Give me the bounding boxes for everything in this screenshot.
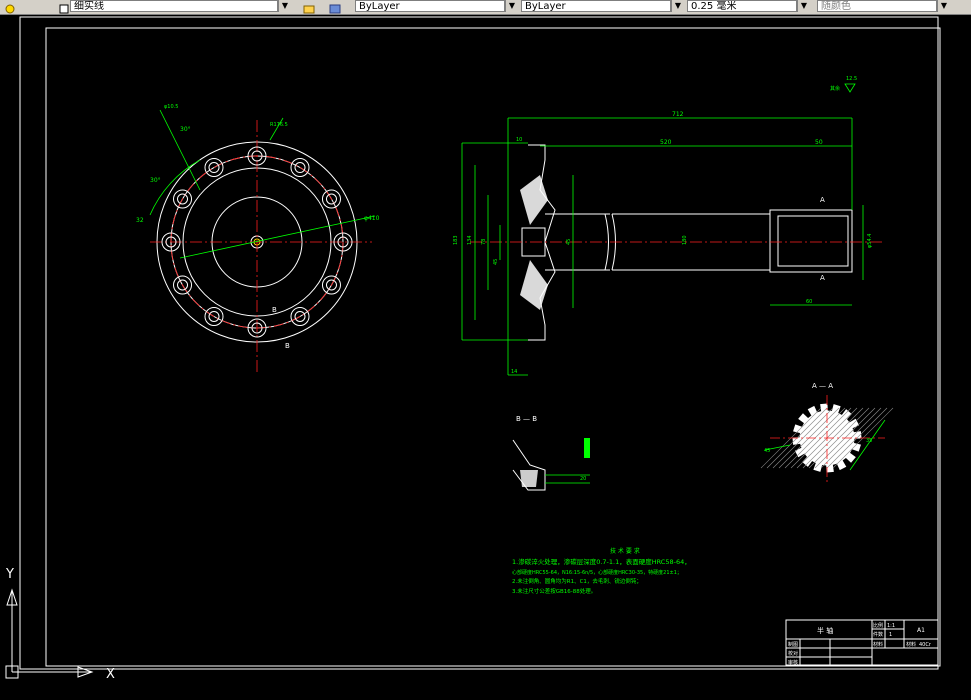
roughness-symbol-icon — [844, 83, 856, 93]
color-value: ByLayer — [359, 1, 400, 12]
notes-line-2: 心部硬度HRC55-64，N16:15-6n/5，心部硬度HRC30-35，特硬… — [512, 569, 682, 576]
drawing-canvas[interactable]: φ10.5 30° 30° 32 φ410 R176.5 B B 712 520… — [0, 15, 971, 696]
linetype-value: ByLayer — [525, 1, 566, 12]
notes-line-4: 3.未注尺寸公差按GB16-88处理。 — [512, 587, 596, 595]
section-bb-title: B — B — [516, 415, 537, 423]
flange-view: φ10.5 30° 30° 32 φ410 R176.5 B B — [136, 104, 380, 375]
quantity-value: 1 — [889, 632, 892, 638]
lineweight-value: 0.25 毫米 — [691, 1, 737, 12]
section-mark-b: B — [272, 306, 277, 314]
sheet-size: A1 — [917, 627, 925, 634]
layer-previous-icon[interactable] — [329, 0, 341, 14]
material-label: 材料 — [906, 641, 916, 648]
end-length-label: 50 — [815, 139, 823, 146]
technical-notes: 技 术 要 求 1.渗碳淬火处理，渗碳层深度0.7-1.1，表面硬度HRC58-… — [512, 547, 691, 595]
radius-label: R176.5 — [270, 122, 288, 128]
height-dim-3: 78 — [481, 239, 487, 245]
properties-toolbar: 细实线 ▼ ByLayer ▼ ByLayer ▼ 0.25 毫米 ▼ 随颜色 … — [0, 0, 971, 15]
ucs-icon: Y X — [5, 567, 115, 682]
part-name: 半 轴 — [817, 626, 833, 635]
chevron-down-icon[interactable]: ▼ — [671, 0, 684, 12]
right-dim-label: 60 — [806, 299, 812, 305]
section-aa-title: A — A — [812, 382, 833, 390]
section-aa-view: A — A 35 45 — [760, 382, 894, 482]
checked-by-label: 校对 — [788, 650, 798, 657]
hole-dim-label: φ10.5 — [164, 104, 178, 110]
color-dropdown[interactable]: ByLayer — [355, 0, 505, 12]
section-mark-a: A — [820, 196, 825, 204]
height-dim-5: 45 — [566, 239, 572, 245]
pcd-label: 32 — [136, 217, 144, 224]
drawn-by-label: 制图 — [788, 641, 798, 648]
notes-line-1: 1.渗碳淬火处理，渗碳层深度0.7-1.1，表面硬度HRC58-64， — [512, 557, 691, 566]
plotstyle-dropdown[interactable]: 随颜色 — [817, 0, 937, 12]
layer-value: 细实线 — [74, 1, 104, 12]
scale-value: 1:1 — [887, 623, 895, 629]
angle-dim-label: 30° — [180, 126, 191, 133]
angle-dim-label-2: 30° — [150, 177, 161, 184]
spline-dim-label: φ54.4 — [867, 234, 873, 248]
drawing-frame — [45, 27, 941, 667]
height-dim-2: 134 — [467, 235, 473, 245]
quantity-label: 件数 — [873, 631, 883, 638]
section-mark-b-2: B — [285, 342, 290, 350]
shaft-view: 712 520 50 10 183 134 78 45 45 180 φ54.4… — [453, 76, 885, 376]
layer-dropdown[interactable]: 细实线 — [70, 0, 278, 12]
chevron-down-icon[interactable]: ▼ — [505, 0, 518, 12]
height-dim-1: 183 — [453, 235, 459, 245]
linetype-dropdown[interactable]: ByLayer — [521, 0, 671, 12]
height-dim-6: 180 — [682, 235, 688, 245]
other-surfaces-label: 其余 — [830, 85, 840, 92]
layer-color-icon — [58, 0, 70, 14]
chevron-down-icon[interactable]: ▼ — [278, 0, 291, 12]
ucs-x-label: X — [106, 667, 115, 682]
section-aa-dim-1: 35 — [866, 438, 872, 444]
flange-thk-label: 10 — [516, 137, 522, 143]
layer-state-icon[interactable] — [4, 0, 16, 14]
chevron-down-icon[interactable]: ▼ — [797, 0, 810, 12]
section-aa-dim-2: 45 — [764, 448, 770, 454]
overall-length-label: 712 — [672, 111, 684, 118]
material-value: 40Cr — [919, 642, 932, 648]
make-current-layer-icon[interactable] — [303, 0, 315, 14]
scale-label: 比例 — [873, 622, 883, 629]
diameter-label: φ410 — [364, 215, 380, 222]
height-dim-4: 45 — [493, 259, 499, 265]
model-space[interactable]: φ10.5 30° 30° 32 φ410 R176.5 B B 712 520… — [0, 15, 971, 696]
approved-by-label: 审核 — [788, 659, 798, 666]
roughness-value: 12.5 — [846, 76, 857, 82]
drawing-border — [19, 16, 939, 670]
ucs-y-label: Y — [5, 567, 14, 582]
middle-length-label: 520 — [660, 139, 672, 146]
section-mark-a-2: A — [820, 274, 825, 282]
plotstyle-value: 随颜色 — [821, 1, 851, 12]
bottom-dim-label: 14 — [511, 369, 517, 375]
section-bb-dim: 20 — [580, 476, 586, 482]
notes-heading: 技 术 要 求 — [610, 547, 640, 555]
chevron-down-icon[interactable]: ▼ — [937, 0, 950, 12]
lineweight-dropdown[interactable]: 0.25 毫米 — [687, 0, 797, 12]
title-block: 半 轴 比例 1:1 件数 1 A1 材料 材料 40Cr 制图 校对 审核 — [785, 619, 939, 666]
material-heading: 材料 — [873, 641, 883, 648]
section-bb-view: B — B 20 — [512, 415, 590, 491]
notes-line-3: 2.未注倒角、圆角均为R1、C1，去毛刺、锐边倒钝； — [512, 577, 642, 585]
